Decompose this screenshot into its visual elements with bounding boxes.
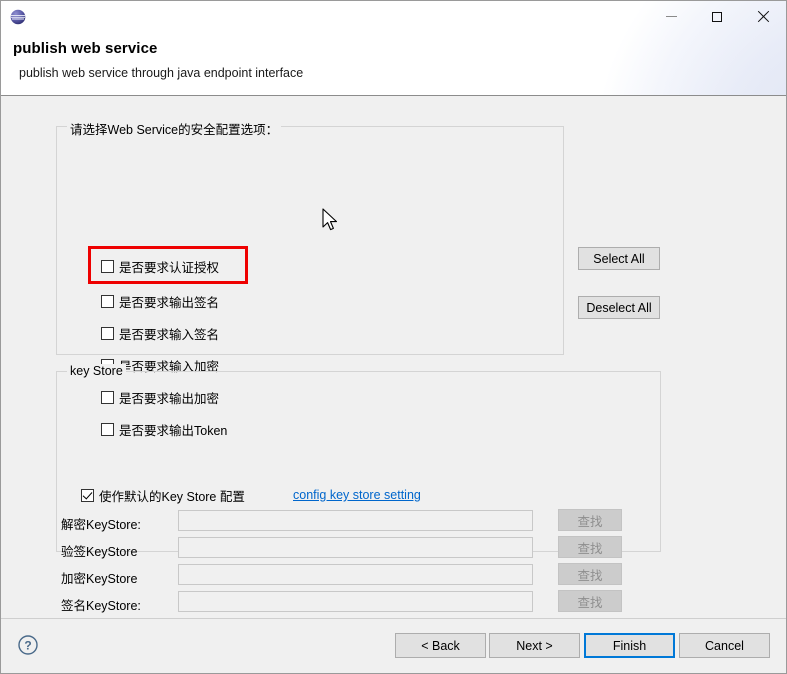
browse-button-sign-keystore[interactable]: 查找 bbox=[558, 590, 622, 612]
security-group-legend: 请选择Web Service的安全配置选项： bbox=[67, 119, 282, 138]
minimize-button[interactable] bbox=[648, 1, 694, 32]
checkbox-row-output-signature[interactable]: 是否要求输出签名 bbox=[101, 293, 220, 310]
checkbox-row-auth[interactable]: 是否要求认证授权 bbox=[101, 258, 220, 275]
checkbox-label-input-signature: 是否要求输入签名 bbox=[119, 327, 220, 342]
cancel-button[interactable]: Cancel bbox=[679, 633, 770, 658]
minimize-icon bbox=[665, 16, 677, 17]
input-decrypt-keystore[interactable] bbox=[178, 510, 533, 531]
maximize-icon bbox=[712, 11, 722, 22]
browse-button-decrypt-keystore[interactable]: 查找 bbox=[558, 509, 622, 531]
close-icon bbox=[757, 11, 769, 23]
next-button[interactable]: Next > bbox=[489, 633, 580, 658]
svg-text:?: ? bbox=[24, 639, 31, 653]
page-title: publish web service bbox=[13, 40, 158, 57]
select-all-button[interactable]: Select All bbox=[578, 247, 660, 270]
page-subtitle: publish web service through java endpoin… bbox=[19, 66, 304, 80]
checkbox-label-output-signature: 是否要求输出签名 bbox=[119, 295, 220, 310]
maximize-button[interactable] bbox=[694, 1, 740, 32]
input-sign-keystore[interactable] bbox=[178, 591, 533, 612]
deselect-all-button[interactable]: Deselect All bbox=[578, 296, 660, 319]
input-verify-signature-keystore[interactable] bbox=[178, 537, 533, 558]
dialog-window: publish web service publish web service … bbox=[0, 0, 787, 674]
browse-button-encrypt-keystore[interactable]: 查找 bbox=[558, 563, 622, 585]
checkbox-use-default-keystore[interactable] bbox=[81, 488, 94, 502]
checkbox-label-auth: 是否要求认证授权 bbox=[119, 260, 220, 275]
eclipse-globe-icon bbox=[10, 9, 26, 25]
help-question-icon[interactable]: ? bbox=[17, 634, 39, 656]
checkbox-input-signature[interactable] bbox=[101, 326, 114, 340]
input-encrypt-keystore[interactable] bbox=[178, 564, 533, 585]
keystore-group-legend: key Store bbox=[67, 364, 126, 378]
dialog-body: 请选择Web Service的安全配置选项： 是否要求认证授权 是否要求输出签名… bbox=[1, 96, 786, 618]
label-encrypt-keystore: 加密KeyStore bbox=[61, 572, 138, 586]
window-controls bbox=[648, 1, 786, 32]
checkbox-row-input-signature[interactable]: 是否要求输入签名 bbox=[101, 325, 220, 342]
config-key-store-setting-link[interactable]: config key store setting bbox=[293, 488, 421, 502]
checkbox-row-use-default-keystore[interactable]: 使作默认的Key Store 配置 bbox=[81, 487, 245, 504]
security-options-group: 请选择Web Service的安全配置选项： bbox=[56, 119, 564, 355]
back-button[interactable]: < Back bbox=[395, 633, 486, 658]
label-decrypt-keystore: 解密KeyStore: bbox=[61, 518, 141, 532]
close-button[interactable] bbox=[740, 1, 786, 32]
label-verify-signature-keystore: 验签KeyStore bbox=[61, 545, 138, 559]
title-bar: publish web service publish web service … bbox=[1, 1, 786, 95]
checkbox-label-use-default-keystore: 使作默认的Key Store 配置 bbox=[99, 489, 245, 504]
browse-button-verify-signature-keystore[interactable]: 查找 bbox=[558, 536, 622, 558]
finish-button[interactable]: Finish bbox=[584, 633, 675, 658]
checkbox-auth[interactable] bbox=[101, 259, 114, 273]
label-sign-keystore: 签名KeyStore: bbox=[61, 599, 141, 613]
checkbox-output-signature[interactable] bbox=[101, 294, 114, 308]
